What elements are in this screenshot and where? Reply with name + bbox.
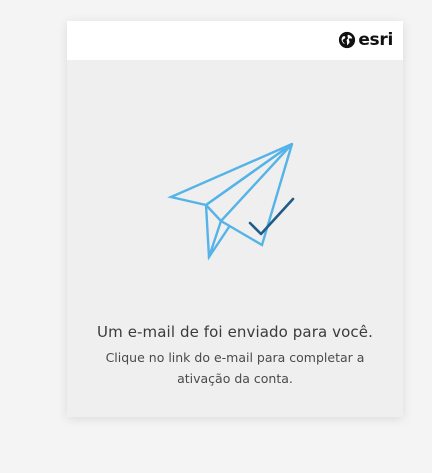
esri-logo: esri bbox=[338, 29, 393, 51]
confirmation-title: Um e-mail de foi enviado para você. bbox=[97, 323, 373, 341]
confirmation-instructions: Clique no link do e-mail para completar … bbox=[105, 350, 365, 386]
globe-icon bbox=[339, 31, 356, 49]
paper-plane-check-icon bbox=[167, 142, 295, 261]
card-header: esri bbox=[67, 21, 403, 60]
esri-logo-text: esri bbox=[358, 30, 393, 50]
confirmation-card: esri Um e-mail de foi enviado para você.… bbox=[67, 21, 403, 417]
